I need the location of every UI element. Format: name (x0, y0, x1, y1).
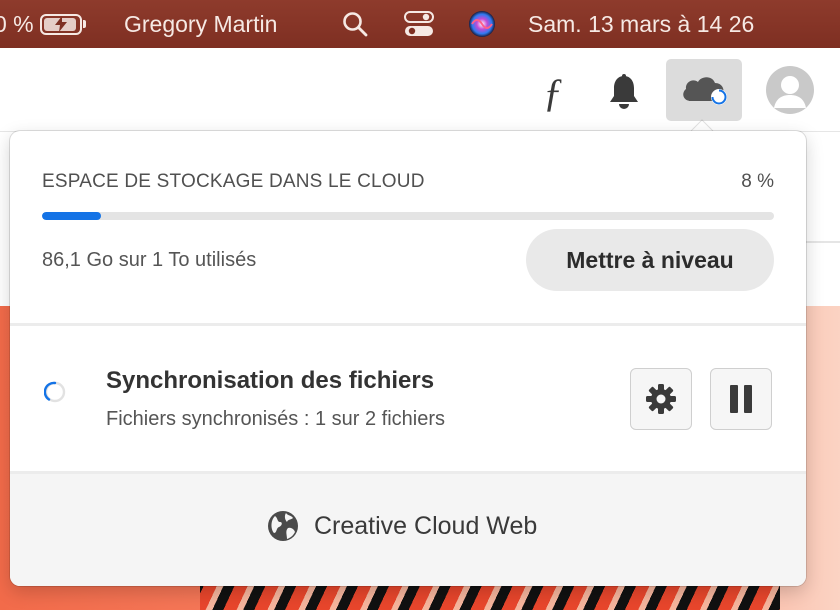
storage-percent: 8 % (741, 171, 774, 192)
battery-icon[interactable] (40, 0, 86, 48)
pause-sync-button[interactable] (710, 368, 772, 430)
pause-icon (730, 385, 752, 413)
creative-cloud-web-label: Creative Cloud Web (314, 511, 538, 540)
sync-spinner-icon (44, 381, 66, 403)
fonts-icon-glyph: ƒ (543, 69, 563, 115)
menubar-clock[interactable]: Sam. 13 mars à 14 26 (528, 0, 754, 48)
storage-progress-fill (42, 212, 101, 220)
panel-divider (800, 241, 840, 243)
sync-title: Synchronisation des fichiers (106, 367, 435, 394)
storage-progress-bar (42, 212, 774, 220)
cloud-storage-popover: ESPACE DE STOCKAGE DANS LE CLOUD 8 % 86,… (10, 131, 806, 586)
storage-title: ESPACE DE STOCKAGE DANS LE CLOUD (42, 171, 425, 192)
storage-usage: 86,1 Go sur 1 To utilisés (42, 249, 257, 271)
spotlight-search-icon[interactable] (342, 0, 368, 48)
fonts-icon[interactable]: ƒ (536, 69, 570, 115)
creative-cloud-web-link[interactable]: Creative Cloud Web (266, 509, 537, 543)
gear-icon (646, 384, 676, 414)
cloud-sync-icon (683, 77, 727, 105)
bell-icon[interactable] (606, 72, 642, 112)
avatar-icon[interactable] (766, 66, 814, 114)
sync-settings-button[interactable] (630, 368, 692, 430)
upgrade-button[interactable]: Mettre à niveau (526, 229, 774, 291)
globe-icon (268, 511, 298, 541)
sync-status: Fichiers synchronisés : 1 sur 2 fichiers (106, 408, 446, 430)
footer-divider (10, 471, 806, 474)
cloud-sync-button[interactable] (666, 59, 742, 121)
section-divider (10, 323, 806, 326)
menu-bar: 0 % Gregory Martin Sam. 13 mars à 14 26 (0, 0, 840, 48)
siri-icon[interactable] (468, 0, 496, 48)
menubar-user-name[interactable]: Gregory Martin (124, 0, 277, 48)
control-center-icon[interactable] (404, 0, 434, 48)
battery-percent: 0 % (0, 10, 34, 37)
